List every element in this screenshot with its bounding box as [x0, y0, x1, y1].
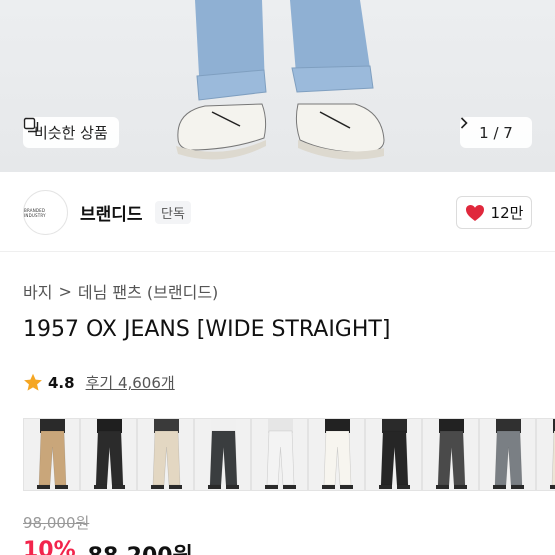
breadcrumb-item-denim[interactable]: 데님 팬츠 (브랜디드): [78, 279, 218, 303]
chevron-right-icon: [460, 117, 468, 129]
like-button[interactable]: 12만: [456, 196, 532, 229]
variant-thumbnail-black[interactable]: [80, 418, 137, 491]
variant-photo: [208, 419, 239, 489]
discount-rate: 10%: [23, 538, 76, 555]
variant-thumbnail-charcoal[interactable]: [422, 418, 479, 491]
sale-price: 88,200원: [88, 538, 193, 555]
variant-photo: [379, 419, 410, 489]
product-hero-image[interactable]: 비슷한 상품 1 / 7: [0, 0, 555, 172]
heart-icon: [465, 204, 484, 221]
brand-row: BRANDED INDUSTRY 브랜디드 단독 12만: [0, 172, 555, 252]
variant-photo: [94, 419, 125, 489]
similar-items-button[interactable]: 비슷한 상품: [23, 117, 119, 148]
similar-items-icon: [23, 117, 39, 133]
image-counter: 1 / 7: [479, 123, 513, 142]
similar-items-label: 비슷한 상품: [34, 124, 108, 142]
product-title: 1957 OX JEANS [WIDE STRAIGHT]: [23, 317, 391, 342]
exclusive-badge: 단독: [155, 201, 191, 224]
variant-photo: [550, 419, 555, 489]
variant-photo: [265, 419, 296, 489]
variant-photo: [322, 419, 353, 489]
variant-thumbnail-cream[interactable]: [137, 418, 194, 491]
breadcrumb: 바지 > 데님 팬츠 (브랜디드): [23, 279, 218, 303]
sale-price-row: 10% 88,200원: [23, 538, 193, 555]
star-icon: [24, 373, 42, 391]
variant-thumbnail-beige[interactable]: [23, 418, 80, 491]
variant-thumbnail-grey-wash[interactable]: [479, 418, 536, 491]
brand-name[interactable]: 브랜디드: [80, 200, 143, 225]
like-count: 12만: [490, 204, 524, 222]
original-price: 98,000원: [23, 514, 90, 532]
variant-thumbnail-ecru[interactable]: [536, 418, 555, 491]
variant-thumbnail-white[interactable]: [251, 418, 308, 491]
breadcrumb-item-pants[interactable]: 바지: [23, 279, 52, 303]
variant-photo: [151, 419, 182, 489]
variant-thumbnail-dark[interactable]: [194, 418, 251, 491]
reviews-link[interactable]: 후기 4,606개: [86, 372, 175, 393]
variant-thumbnails: [23, 418, 555, 491]
variant-photo: [493, 419, 524, 489]
brand-logo[interactable]: BRANDED INDUSTRY: [23, 190, 68, 235]
variant-thumbnail-ivory[interactable]: [308, 418, 365, 491]
rating-row: 4.8 후기 4,606개: [23, 372, 175, 393]
variant-thumbnail-black2[interactable]: [365, 418, 422, 491]
breadcrumb-separator: >: [58, 281, 72, 301]
image-counter-button[interactable]: 1 / 7: [460, 117, 532, 148]
rating-score: 4.8: [48, 373, 75, 392]
variant-photo: [37, 419, 68, 489]
variant-photo: [436, 419, 467, 489]
brand-logo-text: BRANDED INDUSTRY: [24, 207, 46, 218]
